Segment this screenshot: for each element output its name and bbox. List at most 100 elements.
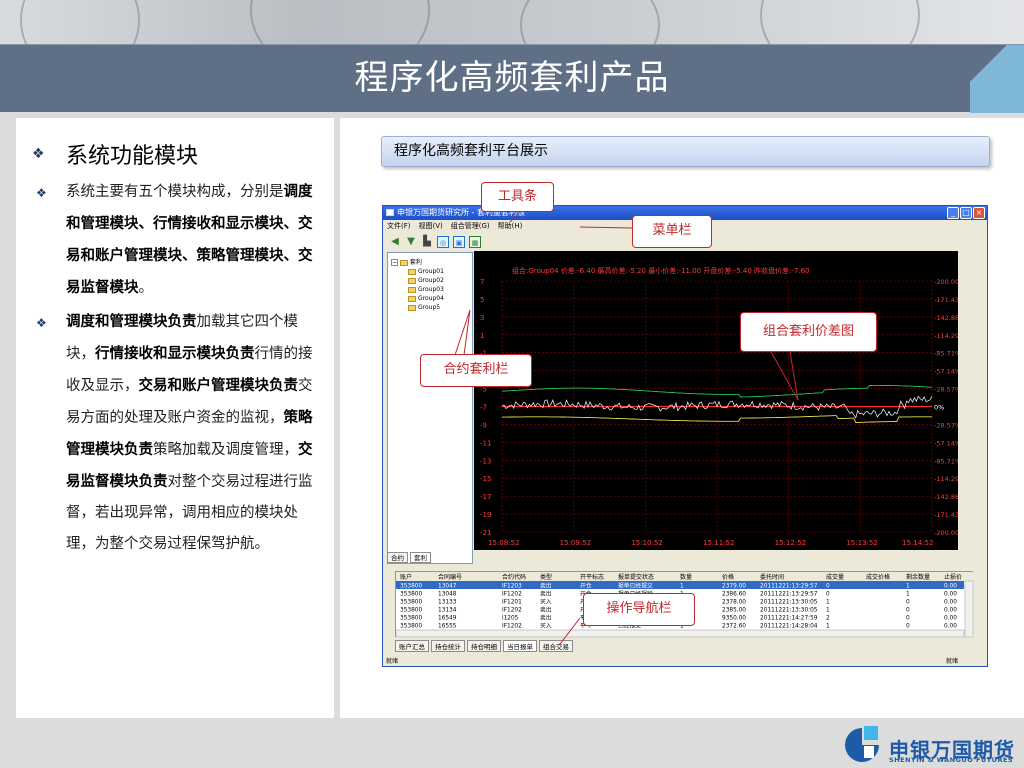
y-tick-label-left: -7 — [480, 404, 487, 412]
y-tick-label-right: -85.71% — [934, 350, 958, 358]
table-cell: 1 — [680, 584, 684, 590]
table-cell: IF1202 — [502, 624, 522, 630]
diamond-bullet-icon: ❖ — [36, 186, 47, 200]
column-header: 账户 — [400, 573, 412, 581]
column-header: 成交量 — [826, 573, 844, 581]
text-run: 。 — [138, 280, 154, 296]
arrow-left-icon[interactable]: ◀ — [389, 236, 401, 248]
column-header: 开平标志 — [580, 573, 604, 581]
tree-item-group01[interactable]: Group01 — [408, 268, 444, 275]
column-header: 剩余数量 — [906, 573, 930, 581]
table-cell: 353800 — [400, 584, 422, 590]
refresh-icon[interactable]: ◎ — [437, 235, 449, 248]
table-cell: 2386.60 — [722, 592, 746, 598]
window-icon[interactable]: ▣ — [453, 235, 465, 248]
y-tick-label-right: -57.14% — [934, 439, 958, 447]
minimize-button[interactable]: _ — [947, 207, 959, 219]
y-tick-label-right: -114.29% — [934, 332, 958, 340]
collapse-icon[interactable]: − — [391, 259, 398, 266]
table-cell: 20111221:13:29:57 — [760, 584, 818, 590]
x-tick-label: 15:10:52 — [631, 539, 662, 547]
table-cell: IF1202 — [502, 608, 522, 614]
table-cell: 0 — [826, 592, 830, 598]
tree-item-group04[interactable]: Group04 — [408, 295, 444, 302]
table-cell: 13047 — [438, 584, 457, 590]
module-detail-paragraph: 调度和管理模块负责加载其它四个模块，行情接收和显示模块负责行情的接收及显示，交易… — [66, 306, 324, 560]
menu-view[interactable]: 视图(V) — [419, 220, 443, 232]
table-cell: 0 — [906, 616, 910, 622]
tree-item-group5[interactable]: Group5 — [408, 304, 440, 311]
diamond-bullet-icon: ❖ — [36, 316, 47, 330]
table-cell: 0.00 — [944, 624, 957, 630]
menu-help[interactable]: 帮助(H) — [498, 220, 523, 232]
y-tick-label-right: -57.14% — [934, 368, 958, 376]
tree-root[interactable]: − 套利 — [391, 257, 422, 266]
statusbar: 就绪 就绪 — [384, 657, 988, 666]
tab-arbitrage[interactable]: 套利 — [410, 552, 431, 563]
tab-position-stats[interactable]: 持仓统计 — [431, 640, 465, 652]
y-tick-label-right: -85.71% — [934, 457, 958, 465]
spread-chart: 7-200.00%5-171.43%3-142.86%1-114.29%-1-8… — [474, 251, 958, 550]
table-cell: 1 — [826, 600, 830, 606]
text-run: 策略加载及调度管理， — [153, 442, 298, 458]
y-tick-label-left: 5 — [480, 296, 484, 304]
column-header: 委托时间 — [760, 573, 784, 581]
status-left: 就绪 — [386, 658, 399, 665]
callout-operation-nav: 操作导航栏 — [583, 593, 695, 626]
tab-contracts[interactable]: 合约 — [387, 552, 408, 563]
menu-group-manage[interactable]: 组合管理(G) — [451, 220, 490, 232]
section-heading: 系统功能模块 — [66, 144, 199, 169]
table-cell: 20111221:14:27:59 — [760, 616, 818, 622]
y-tick-label-right: 0% — [934, 404, 944, 412]
column-header: 合约代码 — [502, 573, 526, 581]
table-cell: 20111221:14:28:04 — [760, 624, 818, 630]
column-header: 价格 — [722, 573, 734, 581]
table-cell: IF1203 — [502, 584, 522, 590]
bold-text-run: 交易和账户管理模块负责 — [138, 377, 299, 394]
tab-combo-trade[interactable]: 组合交易 — [539, 640, 573, 652]
app-icon — [386, 209, 394, 216]
x-tick-label: 15:13:52 — [846, 539, 877, 547]
table-cell: 0.00 — [944, 600, 957, 606]
maximize-button[interactable]: □ — [960, 207, 972, 219]
table-cell: 开仓 — [580, 582, 592, 590]
folder-icon — [408, 304, 416, 311]
table-cell: 2372.60 — [722, 624, 746, 630]
y-tick-label-right: -142.86% — [934, 314, 958, 322]
table-cell: 0.00 — [944, 584, 957, 590]
table-cell: 13134 — [438, 608, 457, 614]
callout-spread-chart: 组合套利价差图 — [740, 312, 877, 352]
status-right: 就绪 — [945, 658, 958, 665]
tab-today-orders[interactable]: 当日报单 — [503, 640, 537, 652]
vertical-scrollbar — [964, 580, 974, 638]
bold-text-run: 调度和管理模块负责 — [66, 313, 197, 330]
print-icon[interactable]: ▙ — [421, 236, 433, 248]
table-cell: 0 — [906, 608, 910, 614]
table-cell: 卖出 — [540, 582, 552, 590]
x-tick-label: 15:12:52 — [775, 539, 806, 547]
chart-header: 组合:Group04 价差:-6.40 最高价差:-5.20 最小价差:-11.… — [512, 266, 810, 275]
tree-tabs: 合约 套利 — [387, 552, 431, 563]
table-cell: IF1201 — [502, 600, 522, 606]
page-title: 程序化高频套利产品 — [354, 58, 670, 98]
table-cell: 1 — [906, 584, 910, 590]
y-tick-label-left: 7 — [480, 278, 484, 286]
table-cell: 1 — [826, 624, 830, 630]
column-header: 成交价格 — [866, 573, 890, 581]
lower-bound-series — [501, 415, 932, 423]
menu-file[interactable]: 文件(F) — [387, 220, 411, 232]
table-cell: 2378.00 — [722, 600, 746, 606]
arrow-down-icon[interactable]: ▼ — [405, 236, 417, 248]
close-button[interactable]: × — [973, 207, 985, 219]
tab-account-summary[interactable]: 账户汇总 — [395, 640, 429, 652]
diamond-bullet-icon: ❖ — [32, 146, 45, 162]
tree-item-group02[interactable]: Group02 — [408, 277, 444, 284]
callout-contract-bar: 合约套利栏 — [420, 354, 532, 387]
folder-icon — [399, 259, 408, 266]
tree-item-group03[interactable]: Group03 — [408, 286, 444, 293]
tab-position-detail[interactable]: 持仓明细 — [467, 640, 501, 652]
grid-icon[interactable]: ▦ — [469, 235, 481, 248]
y-tick-label-left: -19 — [480, 511, 491, 519]
y-tick-label-left: -13 — [480, 457, 491, 465]
y-tick-label-left: -15 — [480, 475, 491, 483]
